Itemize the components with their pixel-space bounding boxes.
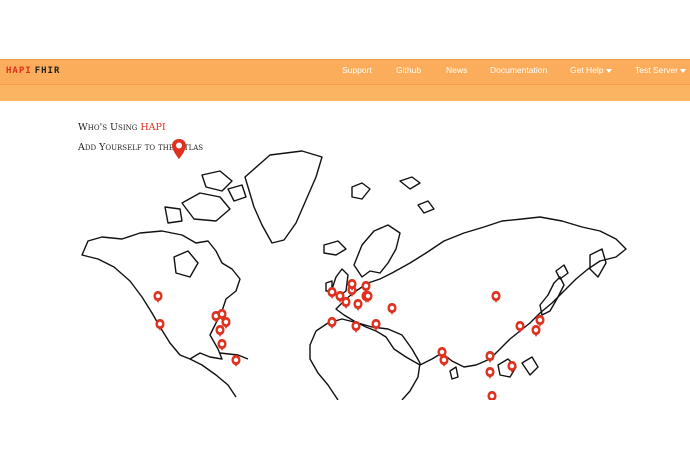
nav-get-help-label: Get Help (570, 65, 604, 75)
brand-hapi: HAPI (6, 66, 32, 76)
atlas-title-accent: HAPI (140, 122, 166, 133)
location-marker (341, 297, 351, 309)
world-map (81, 150, 627, 400)
location-marker (515, 321, 525, 333)
location-marker (327, 287, 337, 299)
location-marker (153, 291, 163, 303)
location-marker (327, 317, 337, 329)
nav-test-server-label: Test Server (635, 65, 678, 75)
location-marker (485, 351, 495, 363)
location-marker (353, 299, 363, 311)
location-marker (531, 325, 541, 337)
top-whitespace (0, 0, 690, 59)
location-marker (351, 321, 361, 333)
location-marker (485, 367, 495, 379)
location-marker (155, 319, 165, 331)
location-marker (217, 339, 227, 351)
brand-fhir: FHIR (34, 66, 61, 76)
location-marker (215, 325, 225, 337)
nav-get-help[interactable]: Get Help (570, 65, 612, 75)
brand-logo[interactable]: HAPI FHIR (6, 66, 60, 76)
location-marker (487, 391, 497, 400)
location-marker (387, 303, 397, 315)
nav-support[interactable]: Support (342, 65, 372, 75)
world-map-outline (81, 150, 627, 400)
navbar-subbar (0, 85, 690, 101)
atlas-title-prefix: Who's Using (78, 122, 138, 133)
location-marker (491, 291, 501, 303)
chevron-down-icon (680, 68, 686, 73)
location-marker (231, 355, 241, 367)
location-marker (507, 361, 517, 373)
navbar: HAPI FHIR Support Github News Documentati… (0, 59, 690, 85)
nav-documentation[interactable]: Documentation (490, 65, 547, 75)
location-marker (439, 355, 449, 367)
location-marker (363, 291, 373, 303)
nav-github[interactable]: Github (396, 65, 421, 75)
atlas-title: Who's Using HAPI (78, 122, 166, 133)
nav-test-server[interactable]: Test Server (635, 65, 686, 75)
nav-news[interactable]: News (446, 65, 467, 75)
chevron-down-icon (605, 68, 612, 73)
